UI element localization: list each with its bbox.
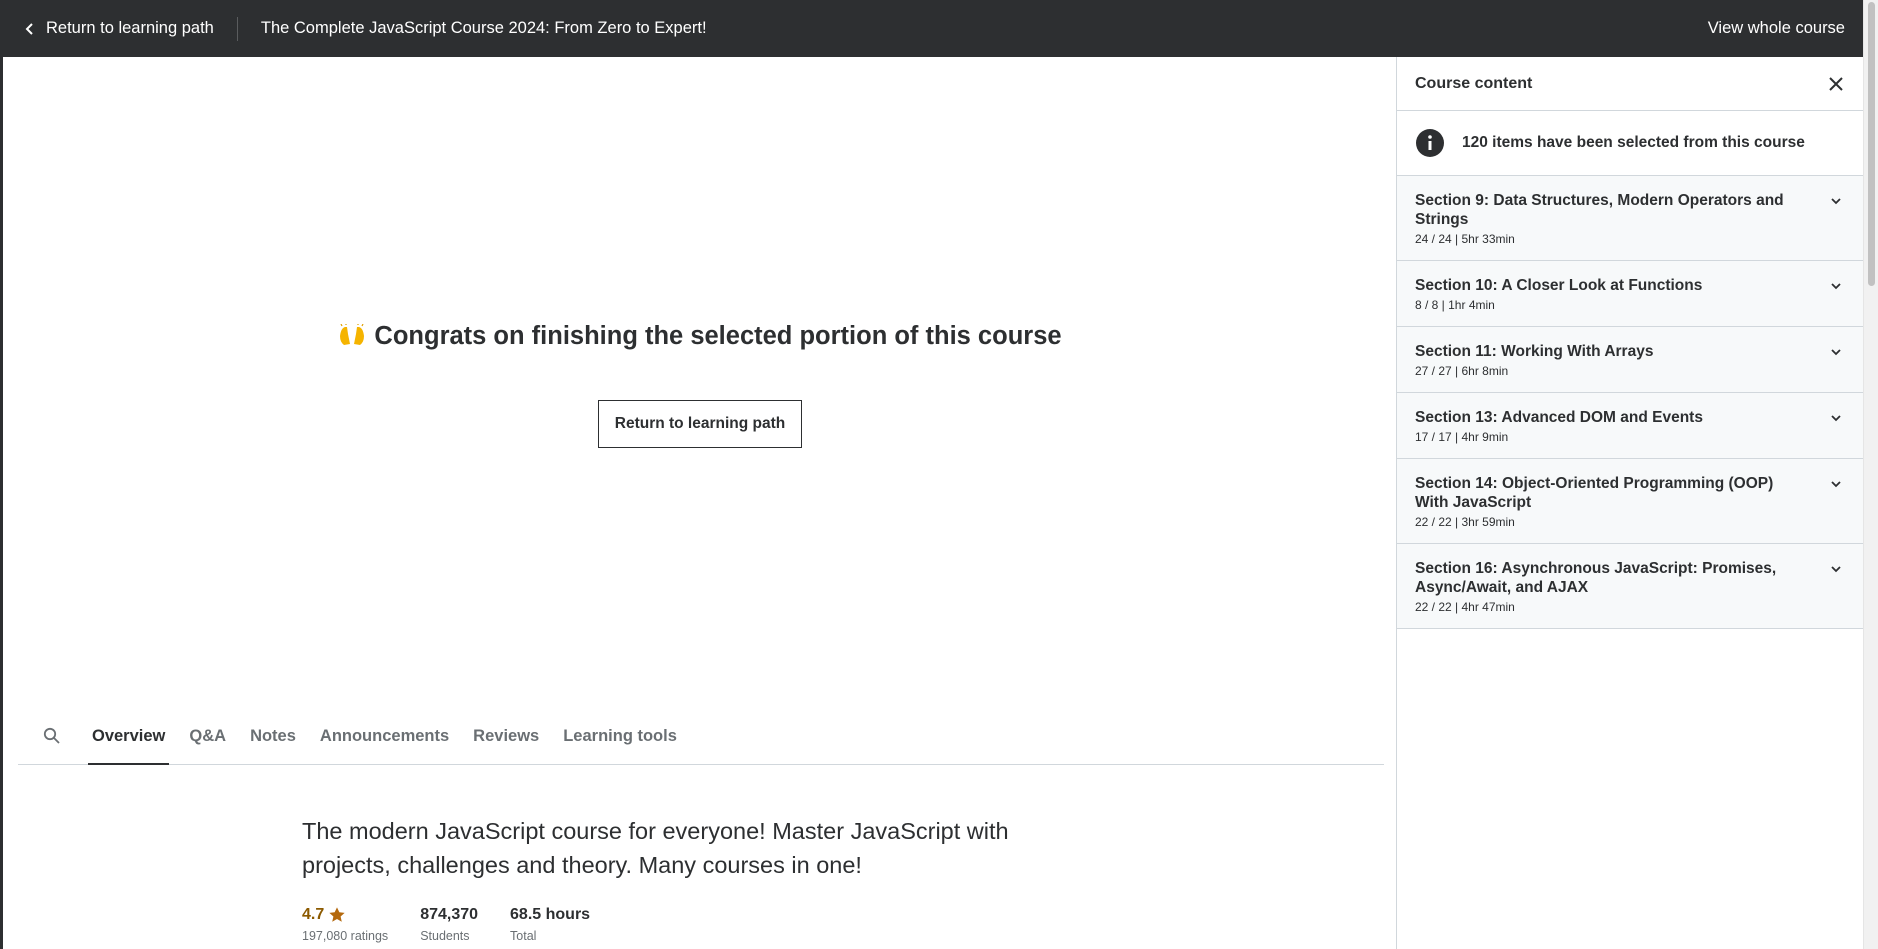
course-headline: The modern JavaScript course for everyon… bbox=[302, 818, 1009, 878]
section-meta: 8 / 8 | 1hr 4min bbox=[1415, 298, 1495, 312]
selection-info: 120 items have been selected from this c… bbox=[1397, 111, 1863, 176]
course-content-sidebar: Course content 120 items have been selec… bbox=[1396, 57, 1863, 949]
top-bar: Return to learning path The Complete Jav… bbox=[3, 0, 1863, 57]
section-meta: 24 / 24 | 5hr 33min bbox=[1415, 232, 1515, 246]
section-meta: 22 / 22 | 4hr 47min bbox=[1415, 600, 1515, 614]
tab-notes[interactable]: Notes bbox=[250, 707, 296, 765]
scrollbar-thumb[interactable] bbox=[1868, 2, 1875, 286]
topbar-divider bbox=[236, 16, 238, 41]
rating-stat: 4.7 197,080 ratings bbox=[302, 906, 388, 943]
tab-reviews[interactable]: Reviews bbox=[473, 707, 539, 765]
return-link-label: Return to learning path bbox=[46, 19, 214, 37]
section-item[interactable]: Section 11: Working With Arrays 27 / 27 … bbox=[1397, 327, 1863, 393]
total-hours-stat: 68.5 hours Total bbox=[510, 906, 590, 943]
tab-announcements[interactable]: Announcements bbox=[320, 707, 449, 765]
students-value: 874,370 bbox=[420, 906, 479, 923]
course-title: The Complete JavaScript Course 2024: Fro… bbox=[260, 19, 707, 37]
section-meta: 17 / 17 | 4hr 9min bbox=[1415, 430, 1509, 444]
rating-count: 197,080 ratings bbox=[302, 929, 389, 943]
star-icon bbox=[329, 907, 345, 922]
section-title: Section 10: A Closer Look at Functions bbox=[1415, 277, 1703, 294]
chevron-down-icon bbox=[1831, 349, 1841, 356]
chevron-down-icon bbox=[1831, 198, 1841, 205]
total-hours-value: 68.5 hours bbox=[510, 906, 591, 923]
congrats-heading: Congrats on finishing the selected porti… bbox=[3, 322, 1397, 351]
section-meta: 22 / 22 | 3hr 59min bbox=[1415, 515, 1515, 529]
chevron-left-icon bbox=[25, 22, 33, 35]
rating-value: 4.7 bbox=[302, 906, 325, 923]
main-content: Congrats on finishing the selected porti… bbox=[3, 57, 1397, 949]
students-stat: 874,370 Students bbox=[420, 906, 478, 943]
page-scrollbar[interactable] bbox=[1863, 0, 1878, 949]
close-icon[interactable] bbox=[1827, 75, 1845, 93]
tab-learning-tools[interactable]: Learning tools bbox=[563, 707, 677, 765]
tab-overview[interactable]: Overview bbox=[87, 707, 170, 765]
rating-value-row: 4.7 bbox=[302, 906, 388, 924]
students-label: Students bbox=[420, 929, 470, 943]
chevron-down-icon bbox=[1831, 415, 1841, 422]
tab-qa[interactable]: Q&A bbox=[189, 707, 226, 765]
section-item[interactable]: Section 14: Object-Oriented Programming … bbox=[1397, 459, 1863, 544]
chevron-down-icon bbox=[1831, 566, 1841, 573]
raising-hands-emoji bbox=[340, 324, 365, 345]
total-hours-label: Total bbox=[510, 929, 537, 943]
overview-panel: The modern JavaScript course for everyon… bbox=[302, 814, 1062, 943]
sidebar-header: Course content bbox=[1397, 57, 1863, 111]
chevron-down-icon bbox=[1831, 283, 1841, 290]
sidebar-title: Course content bbox=[1415, 74, 1533, 92]
view-whole-course-link[interactable]: View whole course bbox=[1708, 19, 1863, 38]
section-meta: 27 / 27 | 6hr 8min bbox=[1415, 364, 1509, 378]
return-to-learning-path-link[interactable]: Return to learning path bbox=[3, 0, 237, 57]
congrats-text: Congrats on finishing the selected porti… bbox=[374, 322, 1062, 350]
section-title: Section 13: Advanced DOM and Events bbox=[1415, 409, 1703, 426]
section-title: Section 11: Working With Arrays bbox=[1415, 343, 1654, 360]
section-item[interactable]: Section 10: A Closer Look at Functions 8… bbox=[1397, 261, 1863, 327]
section-item[interactable]: Section 9: Data Structures, Modern Opera… bbox=[1397, 176, 1863, 261]
section-item[interactable]: Section 13: Advanced DOM and Events 17 /… bbox=[1397, 393, 1863, 459]
selection-info-text: 120 items have been selected from this c… bbox=[1462, 134, 1805, 151]
return-to-learning-path-button[interactable]: Return to learning path bbox=[598, 400, 802, 448]
section-title: Section 16: Asynchronous JavaScript: Pro… bbox=[1415, 560, 1777, 596]
search-icon[interactable] bbox=[42, 726, 62, 746]
section-item[interactable]: Section 16: Asynchronous JavaScript: Pro… bbox=[1397, 544, 1863, 629]
chevron-down-icon bbox=[1831, 481, 1841, 488]
section-title: Section 14: Object-Oriented Programming … bbox=[1415, 475, 1774, 511]
course-tabs: Overview Q&A Notes Announcements Reviews… bbox=[18, 707, 1384, 765]
info-icon bbox=[1416, 129, 1444, 157]
section-title: Section 9: Data Structures, Modern Opera… bbox=[1415, 192, 1784, 228]
course-stats: 4.7 197,080 ratings 874,370 Students 68.… bbox=[302, 906, 1062, 943]
